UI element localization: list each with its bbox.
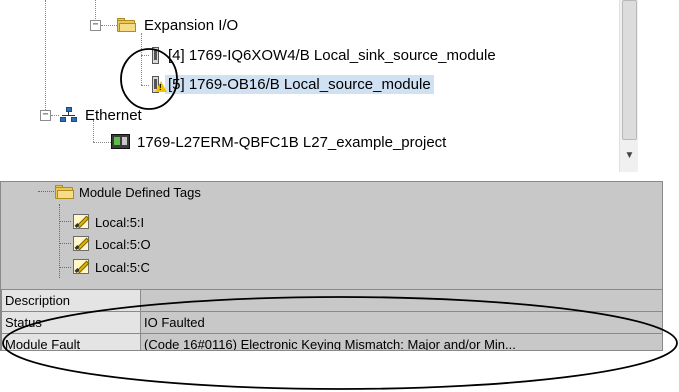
properties-table: Description Status IO Faulted Module Fau… <box>1 289 662 350</box>
tree-item-label: [5] 1769-OB16/B Local_source_module <box>165 74 434 94</box>
property-value <box>140 289 662 312</box>
tree-connector <box>59 243 71 244</box>
property-label: Status <box>1 311 141 334</box>
tag-icon <box>72 213 91 231</box>
property-value: IO Faulted <box>140 311 662 334</box>
tag-label: Local:5:O <box>95 236 151 252</box>
project-tree: − Expansion I/O [4] 1769-IQ6XOW4/B Local… <box>0 0 640 180</box>
tree-connector <box>141 55 149 56</box>
ethernet-network-icon <box>60 107 78 123</box>
tree-item-expansion-io[interactable]: Expansion I/O <box>117 14 241 36</box>
tree-item-label: [4] 1769-IQ6XOW4/B Local_sink_source_mod… <box>168 46 496 64</box>
warning-icon: ! <box>155 80 167 92</box>
property-row: Module Fault (Code 16#0116) Electronic K… <box>1 333 662 350</box>
tree-connector <box>141 85 149 86</box>
tag-folder[interactable]: Module Defined Tags <box>55 182 201 202</box>
tag-icon <box>72 235 91 253</box>
tree-connector <box>59 267 71 268</box>
property-label: Description <box>1 289 141 312</box>
scroll-down-arrow-icon[interactable]: ▼ <box>622 147 637 165</box>
tree-connector <box>93 142 111 143</box>
tree-item-controller[interactable]: 1769-L27ERM-QBFC1B L27_example_project <box>111 131 449 153</box>
property-value: (Code 16#0116) Electronic Keying Mismatc… <box>140 333 662 350</box>
folder-icon <box>117 17 137 33</box>
tag-label: Local:5:I <box>95 214 145 230</box>
module-properties-pane: Module Defined Tags Local:5:I Local:5:O … <box>0 181 663 351</box>
property-row: Description <box>1 289 662 312</box>
controller-icon <box>111 134 131 150</box>
tree-item-label: Ethernet <box>85 106 142 124</box>
tree-connector <box>59 221 71 222</box>
scrollbar-thumb[interactable] <box>622 0 637 140</box>
tag-label: Local:5:C <box>95 259 150 275</box>
vertical-scrollbar[interactable]: ▼ <box>619 0 638 172</box>
tag-folder-label: Module Defined Tags <box>79 184 201 200</box>
tag-item[interactable]: Local:5:O <box>72 234 151 254</box>
tree-item-module-4[interactable]: [4] 1769-IQ6XOW4/B Local_sink_source_mod… <box>150 44 499 66</box>
io-module-icon <box>150 46 162 64</box>
tree-item-ethernet[interactable]: Ethernet <box>60 104 145 126</box>
tree-connector <box>51 115 59 116</box>
property-row: Status IO Faulted <box>1 311 662 334</box>
tree-item-module-5[interactable]: ! [5] 1769-OB16/B Local_source_module <box>150 73 434 95</box>
tag-item[interactable]: Local:5:I <box>72 212 144 232</box>
tree-item-label: Expansion I/O <box>144 16 239 34</box>
collapse-toggle-ethernet[interactable]: − <box>40 110 51 121</box>
tree-connector <box>45 0 46 120</box>
tree-connector <box>141 33 142 85</box>
tag-icon <box>72 258 91 276</box>
collapse-toggle-expansion-io[interactable]: − <box>90 20 101 31</box>
io-module-icon: ! <box>150 75 167 93</box>
tree-item-label: 1769-L27ERM-QBFC1B L27_example_project <box>137 133 447 151</box>
tag-item[interactable]: Local:5:C <box>72 257 150 277</box>
tree-connector <box>38 191 54 192</box>
property-label: Module Fault <box>1 333 141 350</box>
folder-icon <box>55 184 75 200</box>
